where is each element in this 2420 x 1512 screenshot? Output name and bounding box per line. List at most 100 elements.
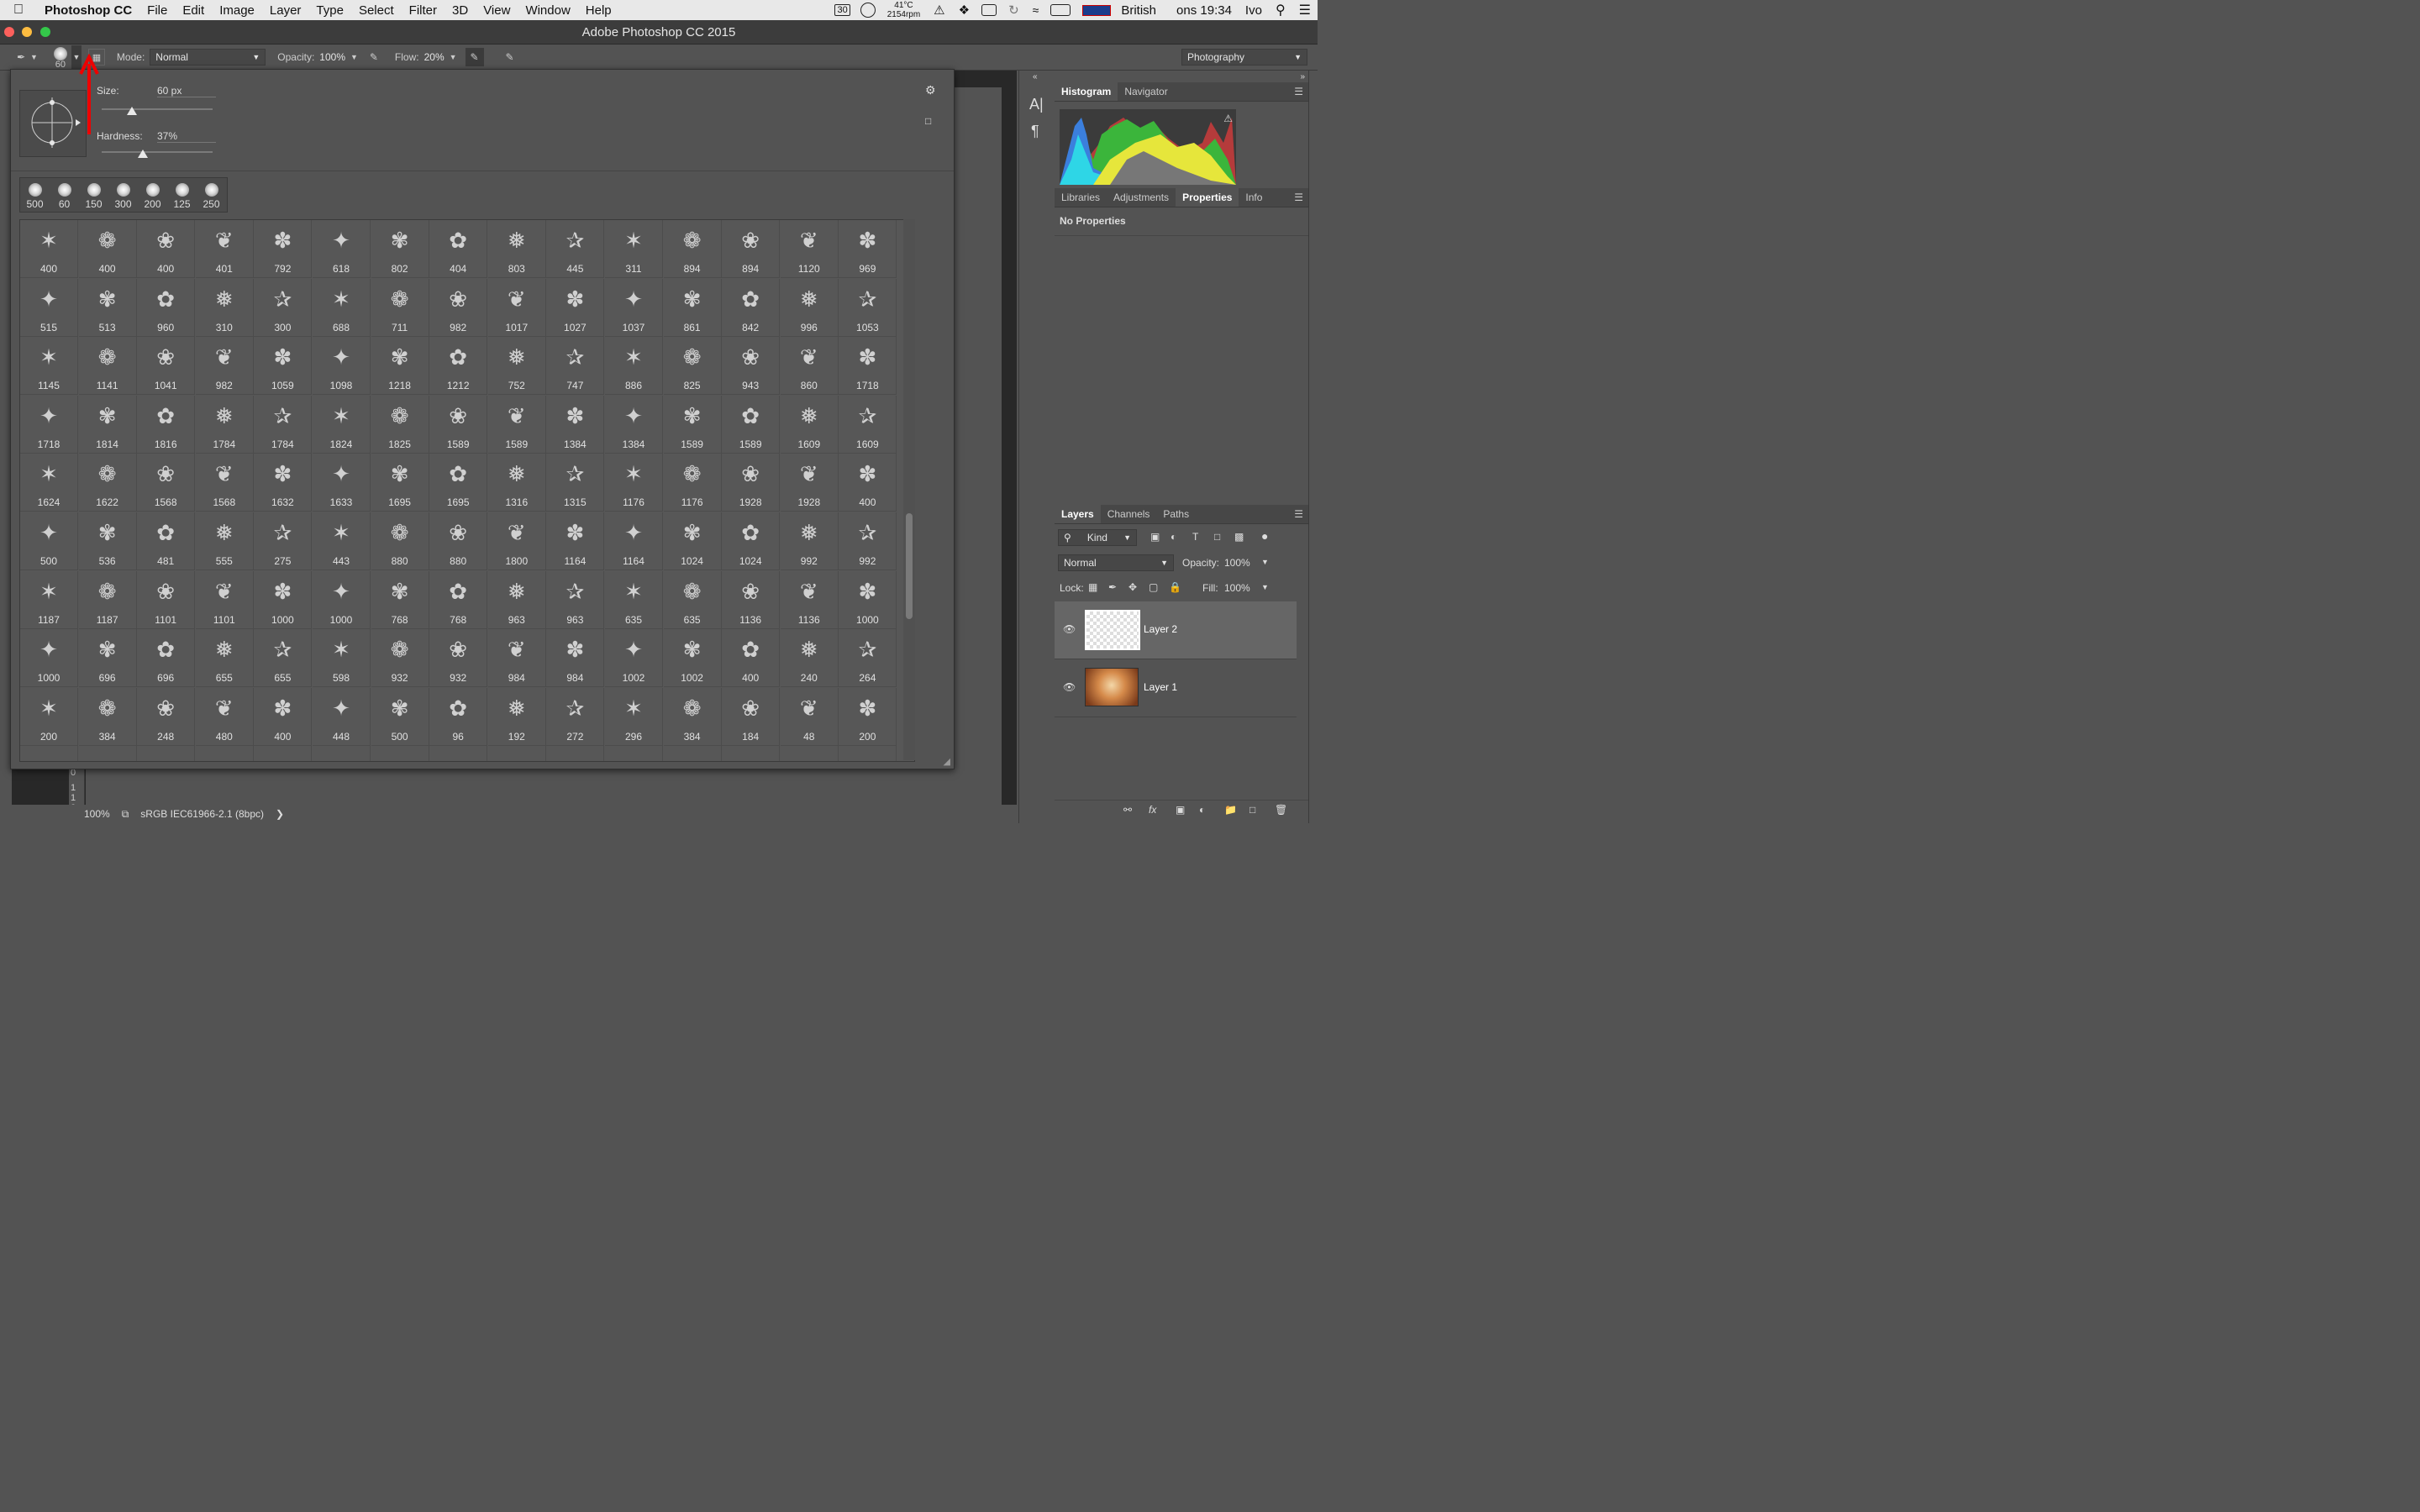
brush-preset[interactable]: ✰ 992: [839, 512, 897, 570]
layer-kind-filter[interactable]: ⚲ Kind ▼: [1058, 529, 1137, 546]
panel-menu-icon[interactable]: ☰: [1294, 192, 1303, 203]
brush-size-preview[interactable]: 60: [50, 45, 71, 70]
brush-preset[interactable]: ✰ 264: [839, 629, 897, 688]
tab-channels[interactable]: Channels: [1101, 508, 1157, 520]
brush-preset[interactable]: ✿ 1024: [722, 512, 781, 570]
brush-angle-preview[interactable]: [19, 90, 87, 157]
brush-preset[interactable]: ✽ 1059: [254, 337, 313, 396]
brush-tool-preset-icon[interactable]: ✒: [12, 48, 30, 66]
brush-preset[interactable]: ✰ 1315: [546, 454, 605, 512]
brush-preset[interactable]: ❅ 1316: [487, 454, 546, 512]
brush-preset[interactable]: ❁ 1622: [78, 454, 137, 512]
tab-histogram[interactable]: Histogram: [1055, 82, 1118, 101]
brush-preset[interactable]: ✽ 1164: [546, 512, 605, 570]
brush-preset[interactable]: [196, 746, 254, 761]
notification-center-icon[interactable]: ☰: [1292, 2, 1318, 18]
workspace-select[interactable]: Photography ▼: [1181, 49, 1307, 66]
size-slider-track[interactable]: [102, 108, 213, 110]
brush-preset[interactable]: ❁ 384: [663, 687, 722, 746]
delete-layer-icon[interactable]: 🗑: [1275, 804, 1287, 816]
character-panel-icon[interactable]: A|: [1029, 96, 1044, 113]
brush-preset[interactable]: ❦ 984: [487, 629, 546, 688]
brush-preset[interactable]: ❦ 1568: [195, 454, 254, 512]
brush-preset[interactable]: ✰ 1609: [839, 395, 897, 454]
new-group-icon[interactable]: 📁: [1224, 804, 1237, 816]
brush-preset[interactable]: [722, 746, 781, 761]
airbrush-icon[interactable]: ✎: [465, 48, 484, 66]
brush-preset[interactable]: ❦ 48: [780, 687, 839, 746]
brush-preset[interactable]: ❦ 1928: [780, 454, 839, 512]
brush-preset[interactable]: ❀ 894: [722, 220, 781, 278]
layer-row[interactable]: 👁 Layer 2: [1055, 601, 1297, 659]
brush-preset[interactable]: ✰ 275: [254, 512, 313, 570]
brush-preset[interactable]: ❀ 1101: [137, 570, 196, 629]
collapse-arrows-icon[interactable]: «: [1033, 72, 1038, 81]
brush-preset[interactable]: ❁ 400: [78, 220, 137, 278]
pressure-opacity-icon[interactable]: ✎: [365, 48, 383, 66]
brush-preset[interactable]: ✿ 842: [722, 278, 781, 337]
brush-preset[interactable]: ❀ 982: [429, 278, 488, 337]
brush-preset[interactable]: ✿ 481: [137, 512, 196, 570]
recent-brush[interactable]: 250: [197, 178, 226, 212]
scrollbar-thumb[interactable]: [906, 513, 913, 619]
filter-shape-icon[interactable]: □: [1214, 531, 1220, 543]
brush-preset[interactable]: ❦ 1101: [195, 570, 254, 629]
link-layers-icon[interactable]: ⚯: [1123, 804, 1132, 816]
layer-blend-mode-select[interactable]: Normal ▼: [1058, 554, 1174, 571]
brush-preset[interactable]: ❁ 880: [371, 512, 429, 570]
brush-preset[interactable]: [546, 746, 605, 761]
brush-preset[interactable]: ✿ 1816: [137, 395, 196, 454]
brush-preset[interactable]: ✿ 96: [429, 687, 488, 746]
brush-preset[interactable]: ✶ 1624: [20, 454, 78, 512]
brush-preset[interactable]: ✦ 1718: [20, 395, 78, 454]
brush-preset[interactable]: ✰ 1053: [839, 278, 897, 337]
tab-navigator[interactable]: Navigator: [1118, 86, 1174, 97]
brush-preset[interactable]: ✿ 768: [429, 570, 488, 629]
brush-preset[interactable]: ✾ 1002: [663, 629, 722, 688]
brush-preset[interactable]: ✦ 1164: [605, 512, 663, 570]
brush-preset[interactable]: ❁ 932: [371, 629, 429, 688]
time-machine-icon[interactable]: ↻: [1002, 3, 1026, 18]
brush-preset[interactable]: ✶ 1824: [313, 395, 371, 454]
brush-preset[interactable]: ✾ 1695: [371, 454, 429, 512]
brush-preset[interactable]: [371, 746, 429, 761]
new-layer-icon[interactable]: □: [1249, 804, 1255, 816]
brush-preset[interactable]: ❀ 248: [137, 687, 196, 746]
brush-preset[interactable]: ✽ 969: [839, 220, 897, 278]
menu-type[interactable]: Type: [308, 3, 351, 18]
brush-preset[interactable]: ✶ 200: [20, 687, 78, 746]
opacity-value[interactable]: 100%: [319, 51, 345, 63]
menu-view[interactable]: View: [476, 3, 518, 18]
brush-preset[interactable]: ✦ 1098: [313, 337, 371, 396]
brush-preset[interactable]: ✾ 536: [78, 512, 137, 570]
eye-visibility-icon[interactable]: 👁: [1063, 681, 1076, 693]
menu-edit[interactable]: Edit: [175, 3, 212, 18]
menu-window[interactable]: Window: [518, 3, 577, 18]
brush-preset[interactable]: ❅ 996: [780, 278, 839, 337]
brush-preset[interactable]: ✶ 443: [313, 512, 371, 570]
adjustment-layer-icon[interactable]: ◐: [1199, 804, 1205, 816]
recent-brush[interactable]: 200: [138, 178, 167, 212]
brush-preset[interactable]: ✶ 1145: [20, 337, 78, 396]
tab-adjustments[interactable]: Adjustments: [1107, 192, 1176, 203]
brush-preset[interactable]: ❅ 752: [487, 337, 546, 396]
brush-preset[interactable]: ✽ 400: [839, 454, 897, 512]
brush-preset[interactable]: ✾ 1814: [78, 395, 137, 454]
brush-preset[interactable]: ✽ 1027: [546, 278, 605, 337]
brush-preset[interactable]: ❅ 655: [195, 629, 254, 688]
brush-preset[interactable]: ❀ 1928: [722, 454, 781, 512]
brush-preset[interactable]: ✦ 448: [313, 687, 371, 746]
brush-preset[interactable]: ❅ 992: [780, 512, 839, 570]
brush-preset[interactable]: [20, 746, 78, 761]
brush-preset[interactable]: ❦ 1136: [780, 570, 839, 629]
brush-preset[interactable]: ✾ 861: [663, 278, 722, 337]
layer-mask-icon[interactable]: ▣: [1176, 804, 1185, 816]
dropbox-icon[interactable]: ❖: [952, 3, 976, 18]
hardness-value[interactable]: 37%: [157, 130, 216, 143]
brush-preset[interactable]: ❦ 1017: [487, 278, 546, 337]
input-source-menu[interactable]: British: [1076, 3, 1170, 18]
lock-image-icon[interactable]: ✒: [1108, 581, 1117, 593]
clock[interactable]: ons 19:34: [1170, 3, 1239, 18]
brush-preset[interactable]: ❀ 1568: [137, 454, 196, 512]
brush-preset[interactable]: ✿ 400: [722, 629, 781, 688]
